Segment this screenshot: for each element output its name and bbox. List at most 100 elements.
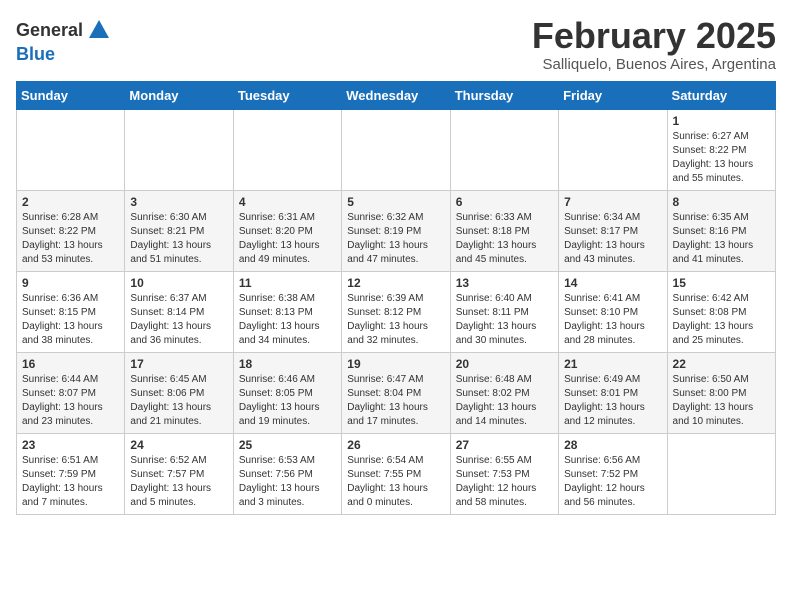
day-number: 8 [673, 195, 770, 209]
day-info: Sunrise: 6:40 AM Sunset: 8:11 PM Dayligh… [456, 292, 553, 348]
day-info: Sunrise: 6:44 AM Sunset: 8:07 PM Dayligh… [22, 373, 119, 429]
week-row-4: 23 Sunrise: 6:51 AM Sunset: 7:59 PM Dayli… [17, 433, 776, 514]
day-cell: 28 Sunrise: 6:56 AM Sunset: 7:52 PM Dayli… [559, 433, 667, 514]
day-cell [667, 433, 775, 514]
day-cell: 14 Sunrise: 6:41 AM Sunset: 8:10 PM Dayli… [559, 271, 667, 352]
day-cell: 16 Sunrise: 6:44 AM Sunset: 8:07 PM Dayli… [17, 352, 125, 433]
day-info: Sunrise: 6:27 AM Sunset: 8:22 PM Dayligh… [673, 130, 770, 186]
day-cell: 1 Sunrise: 6:27 AM Sunset: 8:22 PM Daylig… [667, 109, 775, 190]
day-info: Sunrise: 6:56 AM Sunset: 7:52 PM Dayligh… [564, 454, 661, 510]
day-info: Sunrise: 6:46 AM Sunset: 8:05 PM Dayligh… [239, 373, 336, 429]
day-info: Sunrise: 6:32 AM Sunset: 8:19 PM Dayligh… [347, 211, 444, 267]
day-cell: 13 Sunrise: 6:40 AM Sunset: 8:11 PM Dayli… [450, 271, 558, 352]
day-cell: 6 Sunrise: 6:33 AM Sunset: 8:18 PM Daylig… [450, 190, 558, 271]
day-cell: 25 Sunrise: 6:53 AM Sunset: 7:56 PM Dayli… [233, 433, 341, 514]
location-title: Salliquelo, Buenos Aires, Argentina [532, 56, 776, 73]
day-cell: 18 Sunrise: 6:46 AM Sunset: 8:05 PM Dayli… [233, 352, 341, 433]
day-info: Sunrise: 6:50 AM Sunset: 8:00 PM Dayligh… [673, 373, 770, 429]
day-info: Sunrise: 6:28 AM Sunset: 8:22 PM Dayligh… [22, 211, 119, 267]
day-cell [342, 109, 450, 190]
day-cell: 8 Sunrise: 6:35 AM Sunset: 8:16 PM Daylig… [667, 190, 775, 271]
day-info: Sunrise: 6:34 AM Sunset: 8:17 PM Dayligh… [564, 211, 661, 267]
day-info: Sunrise: 6:36 AM Sunset: 8:15 PM Dayligh… [22, 292, 119, 348]
day-cell: 23 Sunrise: 6:51 AM Sunset: 7:59 PM Dayli… [17, 433, 125, 514]
day-cell: 2 Sunrise: 6:28 AM Sunset: 8:22 PM Daylig… [17, 190, 125, 271]
day-cell: 21 Sunrise: 6:49 AM Sunset: 8:01 PM Dayli… [559, 352, 667, 433]
month-title: February 2025 [532, 16, 776, 56]
day-number: 12 [347, 276, 444, 290]
day-cell: 27 Sunrise: 6:55 AM Sunset: 7:53 PM Dayli… [450, 433, 558, 514]
logo-icon [85, 16, 113, 44]
day-info: Sunrise: 6:47 AM Sunset: 8:04 PM Dayligh… [347, 373, 444, 429]
day-cell: 11 Sunrise: 6:38 AM Sunset: 8:13 PM Dayli… [233, 271, 341, 352]
day-cell [559, 109, 667, 190]
day-number: 10 [130, 276, 227, 290]
day-cell: 12Sunrise: 6:39 AM Sunset: 8:12 PM Dayli… [342, 271, 450, 352]
day-number: 2 [22, 195, 119, 209]
day-number: 3 [130, 195, 227, 209]
day-cell: 19 Sunrise: 6:47 AM Sunset: 8:04 PM Dayli… [342, 352, 450, 433]
day-number: 1 [673, 114, 770, 128]
day-number: 17 [130, 357, 227, 371]
day-number: 20 [456, 357, 553, 371]
day-number: 4 [239, 195, 336, 209]
day-number: 6 [456, 195, 553, 209]
day-number: 23 [22, 438, 119, 452]
day-info: Sunrise: 6:35 AM Sunset: 8:16 PM Dayligh… [673, 211, 770, 267]
day-header-wednesday: Wednesday [342, 81, 450, 109]
day-cell [450, 109, 558, 190]
day-cell [233, 109, 341, 190]
day-cell: 24Sunrise: 6:52 AM Sunset: 7:57 PM Dayli… [125, 433, 233, 514]
day-number: 13 [456, 276, 553, 290]
day-info: Sunrise: 6:53 AM Sunset: 7:56 PM Dayligh… [239, 454, 336, 510]
day-number: 15 [673, 276, 770, 290]
day-number: 19 [347, 357, 444, 371]
day-cell: 3 Sunrise: 6:30 AM Sunset: 8:21 PM Daylig… [125, 190, 233, 271]
day-number: 27 [456, 438, 553, 452]
week-row-1: 2 Sunrise: 6:28 AM Sunset: 8:22 PM Daylig… [17, 190, 776, 271]
day-number: 7 [564, 195, 661, 209]
day-header-sunday: Sunday [17, 81, 125, 109]
day-cell: 10 Sunrise: 6:37 AM Sunset: 8:14 PM Dayli… [125, 271, 233, 352]
day-number: 16 [22, 357, 119, 371]
day-cell [17, 109, 125, 190]
day-header-tuesday: Tuesday [233, 81, 341, 109]
day-number: 25 [239, 438, 336, 452]
day-number: 22 [673, 357, 770, 371]
day-number: 9 [22, 276, 119, 290]
day-info: Sunrise: 6:38 AM Sunset: 8:13 PM Dayligh… [239, 292, 336, 348]
day-number: 5 [347, 195, 444, 209]
day-number: 18 [239, 357, 336, 371]
header: General Blue February 2025 Salliquelo, B… [16, 16, 776, 73]
day-header-saturday: Saturday [667, 81, 775, 109]
day-header-friday: Friday [559, 81, 667, 109]
calendar: SundayMondayTuesdayWednesdayThursdayFrid… [16, 81, 776, 515]
day-info: Sunrise: 6:55 AM Sunset: 7:53 PM Dayligh… [456, 454, 553, 510]
day-cell [125, 109, 233, 190]
day-info: Sunrise: 6:41 AM Sunset: 8:10 PM Dayligh… [564, 292, 661, 348]
day-cell: 17 Sunrise: 6:45 AM Sunset: 8:06 PM Dayli… [125, 352, 233, 433]
day-cell: 4 Sunrise: 6:31 AM Sunset: 8:20 PM Daylig… [233, 190, 341, 271]
day-cell: 15Sunrise: 6:42 AM Sunset: 8:08 PM Dayli… [667, 271, 775, 352]
title-area: February 2025 Salliquelo, Buenos Aires, … [532, 16, 776, 73]
day-cell: 9 Sunrise: 6:36 AM Sunset: 8:15 PM Daylig… [17, 271, 125, 352]
day-number: 14 [564, 276, 661, 290]
day-number: 26 [347, 438, 444, 452]
week-row-0: 1 Sunrise: 6:27 AM Sunset: 8:22 PM Daylig… [17, 109, 776, 190]
day-number: 11 [239, 276, 336, 290]
day-info: Sunrise: 6:31 AM Sunset: 8:20 PM Dayligh… [239, 211, 336, 267]
day-info: Sunrise: 6:37 AM Sunset: 8:14 PM Dayligh… [130, 292, 227, 348]
day-cell: 26Sunrise: 6:54 AM Sunset: 7:55 PM Dayli… [342, 433, 450, 514]
day-info: Sunrise: 6:33 AM Sunset: 8:18 PM Dayligh… [456, 211, 553, 267]
day-info: Sunrise: 6:45 AM Sunset: 8:06 PM Dayligh… [130, 373, 227, 429]
day-cell: 5 Sunrise: 6:32 AM Sunset: 8:19 PM Daylig… [342, 190, 450, 271]
week-row-3: 16 Sunrise: 6:44 AM Sunset: 8:07 PM Dayli… [17, 352, 776, 433]
logo-general: General [16, 20, 83, 41]
day-info: Sunrise: 6:30 AM Sunset: 8:21 PM Dayligh… [130, 211, 227, 267]
day-info: Sunrise: 6:49 AM Sunset: 8:01 PM Dayligh… [564, 373, 661, 429]
logo: General Blue [16, 16, 113, 65]
day-cell: 7 Sunrise: 6:34 AM Sunset: 8:17 PM Daylig… [559, 190, 667, 271]
day-number: 28 [564, 438, 661, 452]
day-number: 21 [564, 357, 661, 371]
day-info: Sunrise: 6:51 AM Sunset: 7:59 PM Dayligh… [22, 454, 119, 510]
